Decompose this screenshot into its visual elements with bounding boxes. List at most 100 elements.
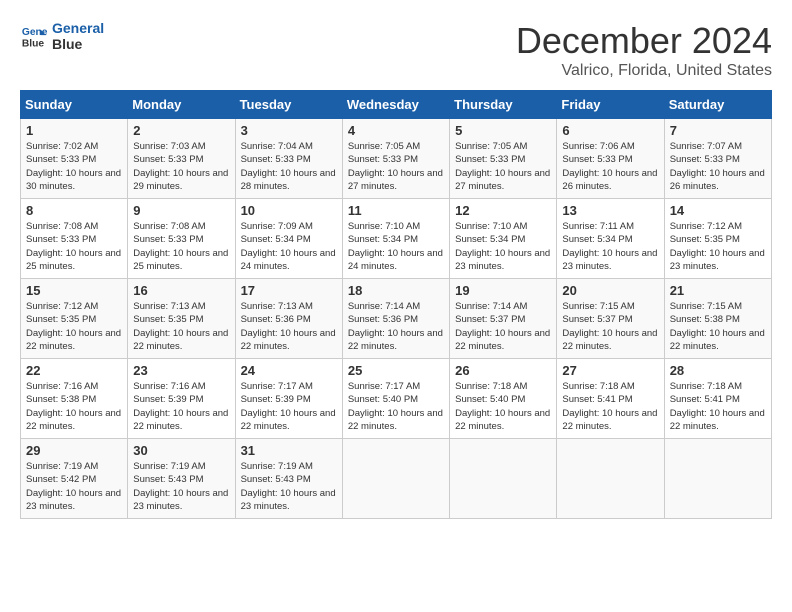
day-info: Sunrise: 7:16 AM Sunset: 5:39 PM Dayligh… bbox=[133, 380, 229, 433]
calendar-table: SundayMondayTuesdayWednesdayThursdayFrid… bbox=[20, 90, 772, 519]
day-number: 27 bbox=[562, 363, 658, 378]
day-number: 22 bbox=[26, 363, 122, 378]
day-info: Sunrise: 7:11 AM Sunset: 5:34 PM Dayligh… bbox=[562, 220, 658, 273]
calendar-cell: 4 Sunrise: 7:05 AM Sunset: 5:33 PM Daylig… bbox=[342, 119, 449, 199]
day-info: Sunrise: 7:05 AM Sunset: 5:33 PM Dayligh… bbox=[348, 140, 444, 193]
calendar-cell: 24 Sunrise: 7:17 AM Sunset: 5:39 PM Dayli… bbox=[235, 359, 342, 439]
calendar-body: 1 Sunrise: 7:02 AM Sunset: 5:33 PM Daylig… bbox=[21, 119, 772, 519]
day-info: Sunrise: 7:15 AM Sunset: 5:37 PM Dayligh… bbox=[562, 300, 658, 353]
day-number: 16 bbox=[133, 283, 229, 298]
calendar-cell: 3 Sunrise: 7:04 AM Sunset: 5:33 PM Daylig… bbox=[235, 119, 342, 199]
calendar-week-row: 22 Sunrise: 7:16 AM Sunset: 5:38 PM Dayli… bbox=[21, 359, 772, 439]
calendar-cell: 27Sunrise: 7:18 AM Sunset: 5:41 PM Dayli… bbox=[557, 359, 664, 439]
day-number: 10 bbox=[241, 203, 337, 218]
day-info: Sunrise: 7:08 AM Sunset: 5:33 PM Dayligh… bbox=[26, 220, 122, 273]
calendar-cell bbox=[557, 439, 664, 519]
calendar-cell: 2 Sunrise: 7:03 AM Sunset: 5:33 PM Daylig… bbox=[128, 119, 235, 199]
calendar-cell: 19Sunrise: 7:14 AM Sunset: 5:37 PM Dayli… bbox=[450, 279, 557, 359]
day-number: 14 bbox=[670, 203, 766, 218]
calendar-cell: 28 Sunrise: 7:18 AM Sunset: 5:41 PM Dayli… bbox=[664, 359, 771, 439]
calendar-cell: 8 Sunrise: 7:08 AM Sunset: 5:33 PM Daylig… bbox=[21, 199, 128, 279]
day-number: 28 bbox=[670, 363, 766, 378]
day-info: Sunrise: 7:03 AM Sunset: 5:33 PM Dayligh… bbox=[133, 140, 229, 193]
day-number: 1 bbox=[26, 123, 122, 138]
day-number: 29 bbox=[26, 443, 122, 458]
calendar-cell: 25Sunrise: 7:17 AM Sunset: 5:40 PM Dayli… bbox=[342, 359, 449, 439]
calendar-cell: 11Sunrise: 7:10 AM Sunset: 5:34 PM Dayli… bbox=[342, 199, 449, 279]
calendar-cell: 29 Sunrise: 7:19 AM Sunset: 5:42 PM Dayli… bbox=[21, 439, 128, 519]
day-info: Sunrise: 7:04 AM Sunset: 5:33 PM Dayligh… bbox=[241, 140, 337, 193]
calendar-cell: 18 Sunrise: 7:14 AM Sunset: 5:36 PM Dayli… bbox=[342, 279, 449, 359]
day-info: Sunrise: 7:19 AM Sunset: 5:43 PM Dayligh… bbox=[241, 460, 337, 513]
logo-blue: Blue bbox=[52, 36, 104, 52]
day-number: 3 bbox=[241, 123, 337, 138]
calendar-header-cell: Saturday bbox=[664, 91, 771, 119]
day-number: 15 bbox=[26, 283, 122, 298]
day-number: 4 bbox=[348, 123, 444, 138]
day-info: Sunrise: 7:07 AM Sunset: 5:33 PM Dayligh… bbox=[670, 140, 766, 193]
day-info: Sunrise: 7:18 AM Sunset: 5:40 PM Dayligh… bbox=[455, 380, 551, 433]
day-info: Sunrise: 7:09 AM Sunset: 5:34 PM Dayligh… bbox=[241, 220, 337, 273]
calendar-week-row: 8 Sunrise: 7:08 AM Sunset: 5:33 PM Daylig… bbox=[21, 199, 772, 279]
calendar-cell bbox=[342, 439, 449, 519]
calendar-cell: 21 Sunrise: 7:15 AM Sunset: 5:38 PM Dayli… bbox=[664, 279, 771, 359]
calendar-cell: 20Sunrise: 7:15 AM Sunset: 5:37 PM Dayli… bbox=[557, 279, 664, 359]
day-info: Sunrise: 7:08 AM Sunset: 5:33 PM Dayligh… bbox=[133, 220, 229, 273]
day-number: 5 bbox=[455, 123, 551, 138]
calendar-subtitle: Valrico, Florida, United States bbox=[516, 62, 772, 80]
svg-text:Blue: Blue bbox=[22, 38, 45, 49]
calendar-cell: 9 Sunrise: 7:08 AM Sunset: 5:33 PM Daylig… bbox=[128, 199, 235, 279]
calendar-header-cell: Thursday bbox=[450, 91, 557, 119]
day-info: Sunrise: 7:19 AM Sunset: 5:42 PM Dayligh… bbox=[26, 460, 122, 513]
day-number: 23 bbox=[133, 363, 229, 378]
calendar-cell: 14 Sunrise: 7:12 AM Sunset: 5:35 PM Dayli… bbox=[664, 199, 771, 279]
calendar-cell: 1 Sunrise: 7:02 AM Sunset: 5:33 PM Daylig… bbox=[21, 119, 128, 199]
day-number: 11 bbox=[348, 203, 444, 218]
calendar-cell: 30 Sunrise: 7:19 AM Sunset: 5:43 PM Dayli… bbox=[128, 439, 235, 519]
day-info: Sunrise: 7:14 AM Sunset: 5:36 PM Dayligh… bbox=[348, 300, 444, 353]
day-info: Sunrise: 7:19 AM Sunset: 5:43 PM Dayligh… bbox=[133, 460, 229, 513]
calendar-cell bbox=[450, 439, 557, 519]
day-info: Sunrise: 7:12 AM Sunset: 5:35 PM Dayligh… bbox=[670, 220, 766, 273]
calendar-header-cell: Tuesday bbox=[235, 91, 342, 119]
calendar-cell: 10 Sunrise: 7:09 AM Sunset: 5:34 PM Dayli… bbox=[235, 199, 342, 279]
day-number: 6 bbox=[562, 123, 658, 138]
logo-general: General bbox=[52, 20, 104, 36]
calendar-cell: 26 Sunrise: 7:18 AM Sunset: 5:40 PM Dayli… bbox=[450, 359, 557, 439]
calendar-header-cell: Sunday bbox=[21, 91, 128, 119]
calendar-cell: 5 Sunrise: 7:05 AM Sunset: 5:33 PM Daylig… bbox=[450, 119, 557, 199]
calendar-cell: 15 Sunrise: 7:12 AM Sunset: 5:35 PM Dayli… bbox=[21, 279, 128, 359]
day-number: 13 bbox=[562, 203, 658, 218]
day-number: 24 bbox=[241, 363, 337, 378]
calendar-cell: 12Sunrise: 7:10 AM Sunset: 5:34 PM Dayli… bbox=[450, 199, 557, 279]
day-info: Sunrise: 7:15 AM Sunset: 5:38 PM Dayligh… bbox=[670, 300, 766, 353]
calendar-cell: 23 Sunrise: 7:16 AM Sunset: 5:39 PM Dayli… bbox=[128, 359, 235, 439]
day-info: Sunrise: 7:05 AM Sunset: 5:33 PM Dayligh… bbox=[455, 140, 551, 193]
logo-icon: General Blue bbox=[20, 22, 48, 50]
title-section: December 2024 Valrico, Florida, United S… bbox=[516, 20, 772, 80]
day-number: 17 bbox=[241, 283, 337, 298]
day-number: 9 bbox=[133, 203, 229, 218]
day-number: 30 bbox=[133, 443, 229, 458]
day-info: Sunrise: 7:17 AM Sunset: 5:40 PM Dayligh… bbox=[348, 380, 444, 433]
day-number: 2 bbox=[133, 123, 229, 138]
day-number: 8 bbox=[26, 203, 122, 218]
day-number: 7 bbox=[670, 123, 766, 138]
logo: General Blue General Blue bbox=[20, 20, 104, 52]
calendar-cell: 16 Sunrise: 7:13 AM Sunset: 5:35 PM Dayli… bbox=[128, 279, 235, 359]
day-info: Sunrise: 7:10 AM Sunset: 5:34 PM Dayligh… bbox=[455, 220, 551, 273]
day-info: Sunrise: 7:16 AM Sunset: 5:38 PM Dayligh… bbox=[26, 380, 122, 433]
calendar-header-row: SundayMondayTuesdayWednesdayThursdayFrid… bbox=[21, 91, 772, 119]
day-number: 26 bbox=[455, 363, 551, 378]
day-info: Sunrise: 7:13 AM Sunset: 5:36 PM Dayligh… bbox=[241, 300, 337, 353]
day-info: Sunrise: 7:17 AM Sunset: 5:39 PM Dayligh… bbox=[241, 380, 337, 433]
day-info: Sunrise: 7:12 AM Sunset: 5:35 PM Dayligh… bbox=[26, 300, 122, 353]
calendar-week-row: 15 Sunrise: 7:12 AM Sunset: 5:35 PM Dayli… bbox=[21, 279, 772, 359]
day-info: Sunrise: 7:13 AM Sunset: 5:35 PM Dayligh… bbox=[133, 300, 229, 353]
day-number: 21 bbox=[670, 283, 766, 298]
calendar-cell: 6Sunrise: 7:06 AM Sunset: 5:33 PM Daylig… bbox=[557, 119, 664, 199]
calendar-cell: 13 Sunrise: 7:11 AM Sunset: 5:34 PM Dayli… bbox=[557, 199, 664, 279]
day-info: Sunrise: 7:18 AM Sunset: 5:41 PM Dayligh… bbox=[670, 380, 766, 433]
day-info: Sunrise: 7:02 AM Sunset: 5:33 PM Dayligh… bbox=[26, 140, 122, 193]
day-number: 18 bbox=[348, 283, 444, 298]
